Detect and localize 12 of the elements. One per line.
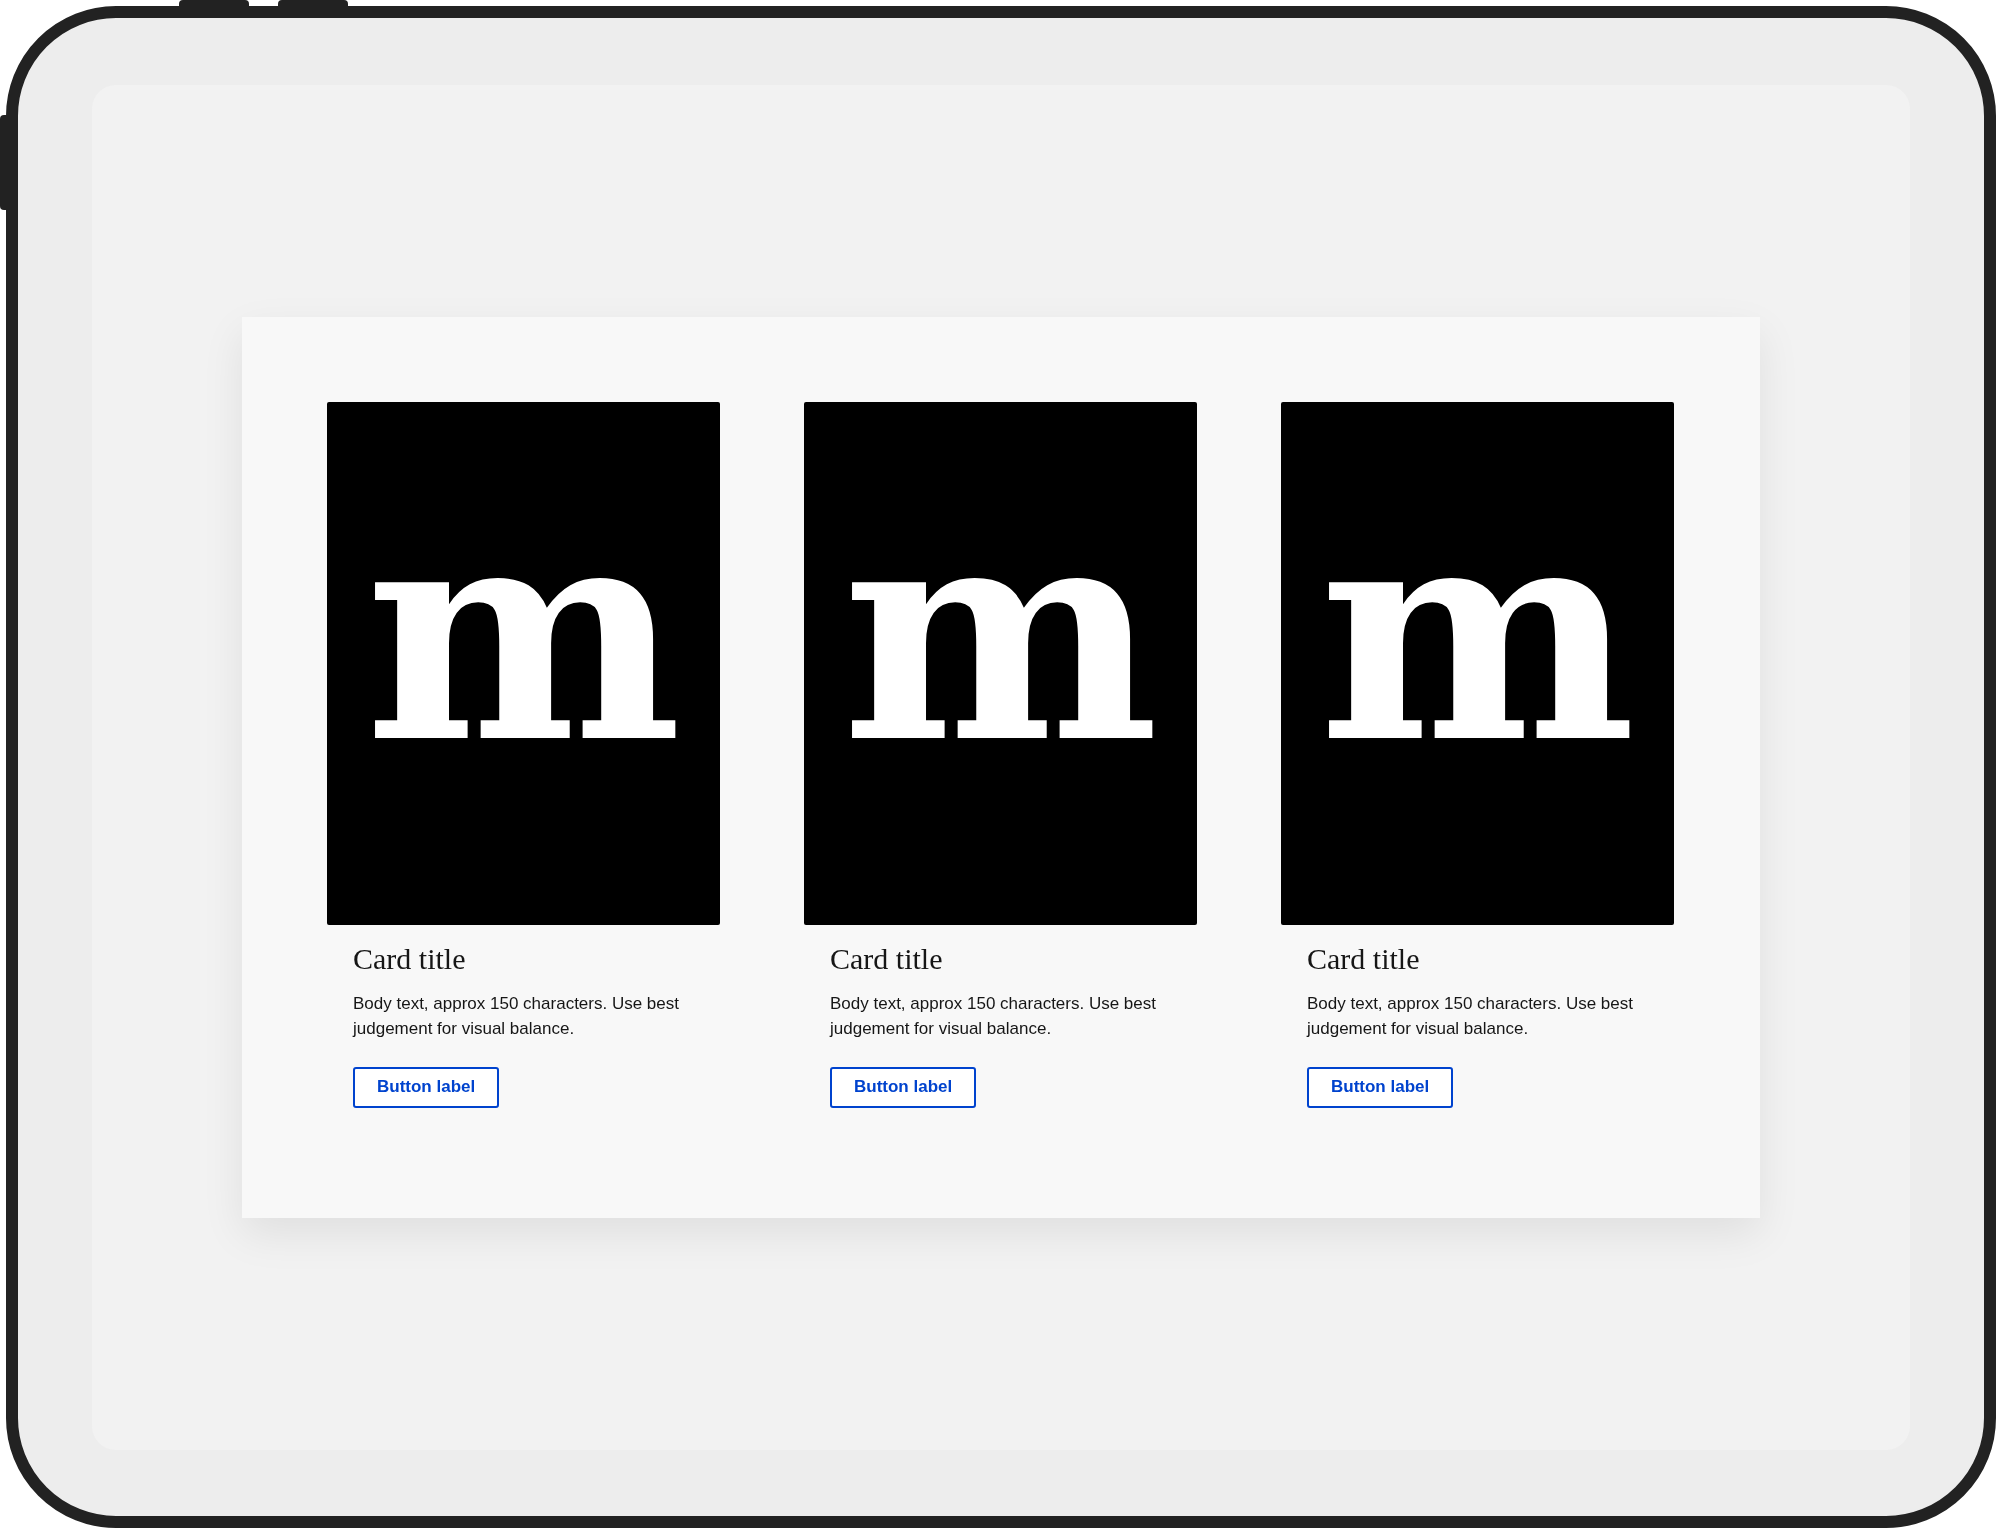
logo-letter: m bbox=[841, 483, 1160, 783]
card-body: Body text, approx 150 characters. Use best judgement for visual balance. bbox=[1307, 992, 1634, 1040]
logo-letter: m bbox=[1318, 483, 1637, 783]
card-button[interactable]: Button label bbox=[830, 1066, 977, 1108]
card-body: Body text, approx 150 characters. Use best judgement for visual balance. bbox=[830, 992, 1157, 1040]
card-button[interactable]: Button label bbox=[353, 1066, 500, 1108]
card-title: Card title bbox=[1307, 940, 1420, 977]
card-title: Card title bbox=[830, 940, 943, 977]
logo-letter: m bbox=[364, 483, 683, 783]
card-button[interactable]: Button label bbox=[1307, 1066, 1454, 1108]
card-title: Card title bbox=[353, 940, 466, 977]
card-body: Body text, approx 150 characters. Use best judgement for visual balance. bbox=[353, 992, 680, 1040]
